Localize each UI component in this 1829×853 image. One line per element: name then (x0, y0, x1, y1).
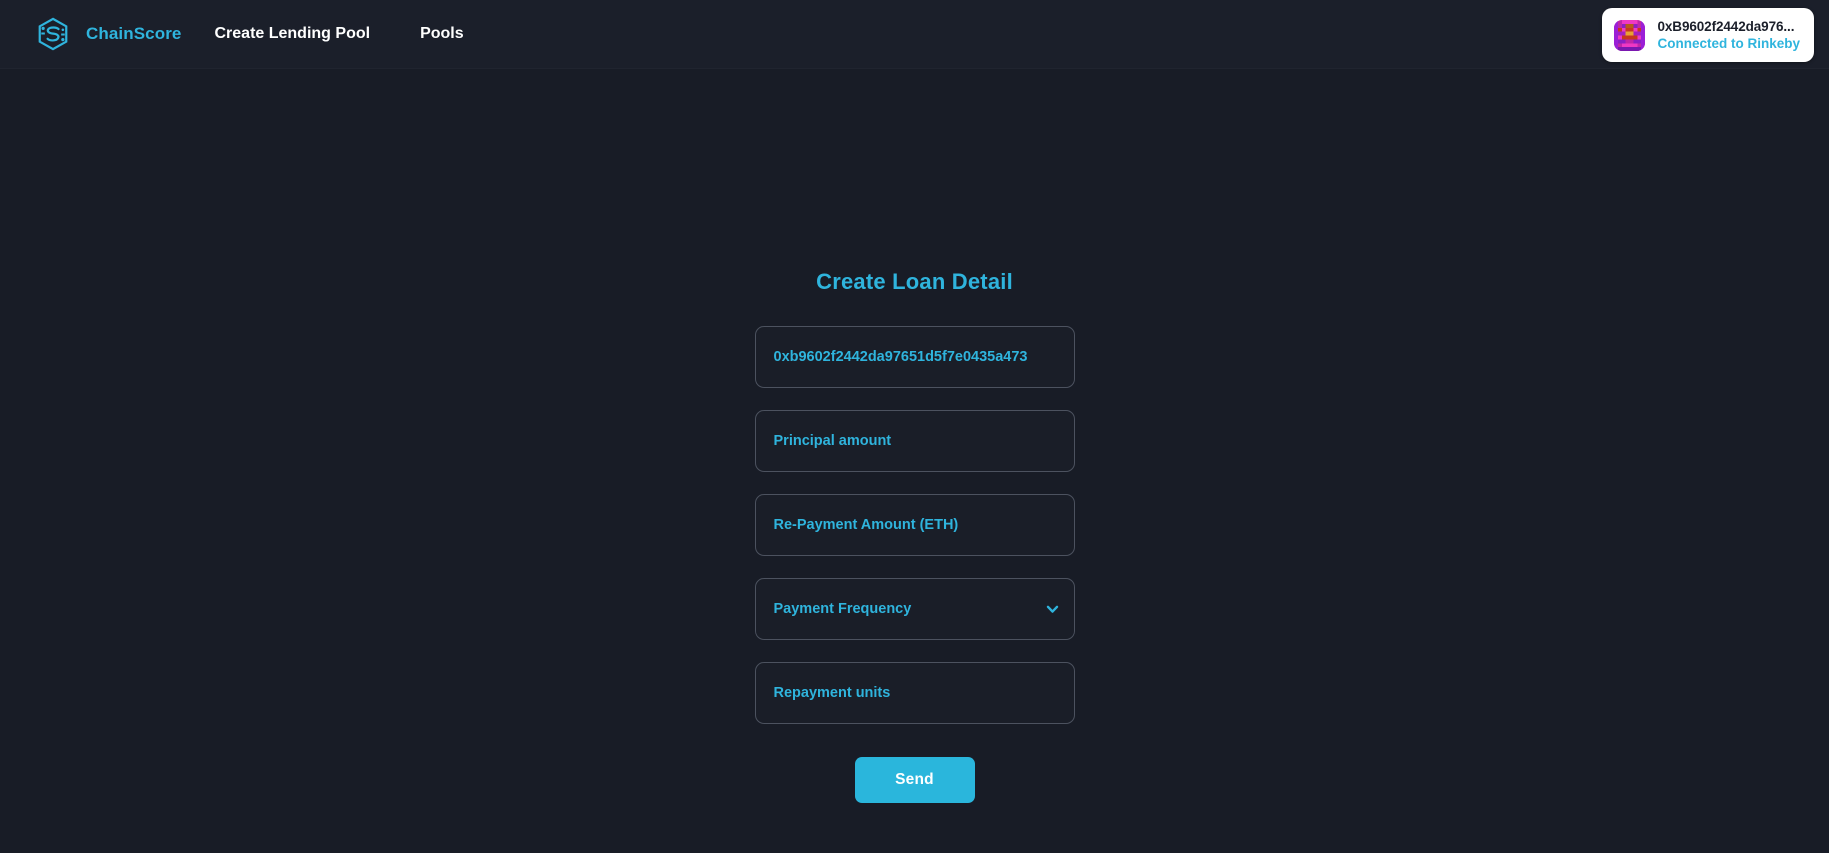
payment-frequency-wrapper: Payment Frequency (754, 578, 1075, 640)
page-title: Create Loan Detail (816, 269, 1013, 294)
wallet-badge[interactable]: 0xB9602f2442da976... Connected to Rinkeb… (1602, 8, 1814, 62)
top-navbar: ChainScore Create Lending Pool Pools 0xB… (0, 0, 1829, 69)
borrower-address-input[interactable] (754, 326, 1075, 388)
wallet-address: 0xB9602f2442da976... (1657, 19, 1795, 34)
nav-link-create-lending-pool[interactable]: Create Lending Pool (214, 19, 370, 49)
repayment-amount-input[interactable] (754, 494, 1075, 556)
nav-links: Create Lending Pool Pools (214, 19, 463, 49)
nav-link-pools[interactable]: Pools (420, 19, 464, 49)
wallet-text: 0xB9602f2442da976... Connected to Rinkeb… (1657, 19, 1800, 51)
principal-amount-input[interactable] (754, 410, 1075, 472)
submit-row: Send (755, 757, 1075, 803)
create-loan-detail-form: Create Loan Detail Payment Frequency Sen… (754, 269, 1075, 853)
repayment-units-input[interactable] (754, 662, 1075, 724)
identicon-avatar (1614, 19, 1646, 51)
hexagon-s-logo-icon (38, 17, 68, 51)
send-button[interactable]: Send (854, 757, 975, 803)
payment-frequency-select[interactable]: Payment Frequency (754, 578, 1075, 640)
brand-name[interactable]: ChainScore (86, 24, 181, 44)
wallet-network-status: Connected to Rinkeby (1657, 36, 1800, 51)
page-body: Create Loan Detail Payment Frequency Sen… (0, 69, 1829, 853)
brand[interactable]: ChainScore (36, 17, 181, 51)
